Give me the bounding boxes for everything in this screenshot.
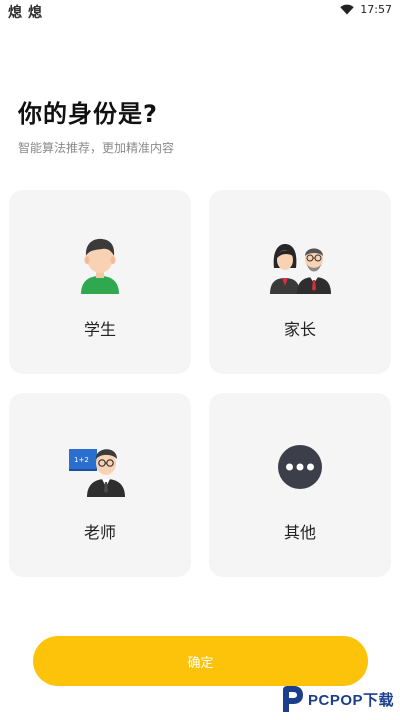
role-label-student: 学生: [83, 320, 116, 339]
status-notification-icons: 熄 熄: [8, 2, 42, 22]
svg-text:1+2: 1+2: [74, 456, 89, 464]
status-time: 17:57: [360, 3, 392, 16]
parents-avatar-icon: [267, 234, 333, 294]
role-label-other: 其他: [283, 523, 316, 542]
role-label-teacher: 老师: [83, 523, 116, 542]
role-card-other[interactable]: 其他: [209, 393, 391, 577]
teacher-avatar-icon: 1+2: [67, 437, 133, 497]
confirm-button[interactable]: 确定: [33, 636, 368, 686]
status-bar: 熄 熄 17:57: [0, 0, 400, 22]
pcpop-logo-icon: [279, 684, 305, 714]
role-selection-screen: 熄 熄 17:57 你的身份是? 智能算法推荐，更加精准内容 学生 家长 1+2…: [0, 0, 400, 720]
role-label-parent: 家长: [283, 320, 316, 339]
student-avatar-icon: [67, 234, 133, 294]
wifi-icon: [340, 4, 354, 15]
pcpop-watermark: PCPOP下载: [279, 684, 394, 714]
status-system-area: 17:57: [340, 3, 392, 16]
role-card-teacher[interactable]: 1+2 老师: [9, 393, 191, 577]
notification-app-icon: 熄: [8, 5, 22, 21]
notification-app-icon: 熄: [28, 5, 42, 21]
role-card-parent[interactable]: 家长: [209, 190, 391, 374]
page-title: 你的身份是?: [18, 100, 158, 128]
page-subtitle: 智能算法推荐，更加精准内容: [18, 141, 175, 155]
more-dots-icon: [267, 437, 333, 497]
watermark-text: PCPOP下载: [307, 691, 394, 709]
role-card-student[interactable]: 学生: [9, 190, 191, 374]
